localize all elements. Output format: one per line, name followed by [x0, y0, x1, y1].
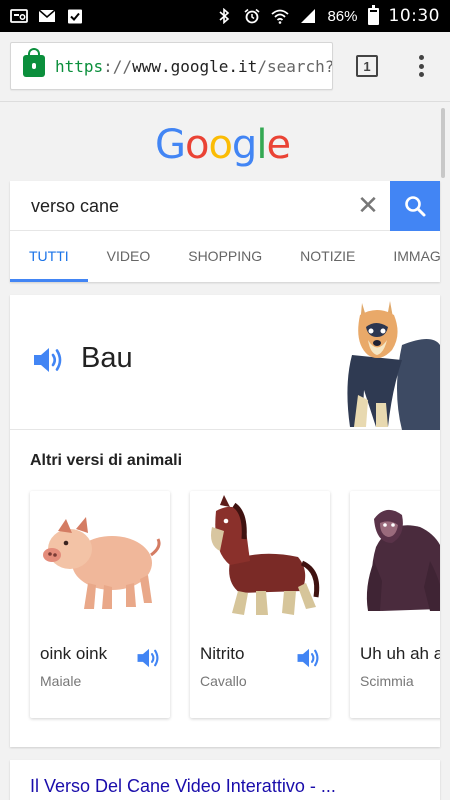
- tab-immagini[interactable]: IMMAGINI: [374, 231, 440, 282]
- url-text[interactable]: https://www.google.it/search?q=: [55, 56, 332, 76]
- dog-illustration: [347, 301, 440, 430]
- tab-tutti[interactable]: TUTTI: [10, 231, 88, 282]
- tab-notizie[interactable]: NOTIZIE: [281, 231, 374, 282]
- answer-header: Bau: [10, 295, 440, 430]
- battery-percent: 86%: [327, 7, 358, 25]
- status-bar: 86% 10:30: [0, 0, 450, 32]
- animal-card-horse[interactable]: Nitrito Cavallo: [190, 491, 330, 718]
- url-separator: ://: [103, 56, 133, 76]
- browser-toolbar: https://www.google.it/search?q= 1: [0, 32, 450, 102]
- tab-switcher-button[interactable]: 1: [356, 55, 378, 77]
- answer-word: Bau: [81, 342, 133, 374]
- search-box: ✕ TUTTI VIDEO SHOPPING NOTIZIE IMMAGINI: [10, 181, 440, 282]
- result-title-link[interactable]: Il Verso Del Cane Video Interattivo - ..…: [30, 776, 336, 797]
- clear-icon[interactable]: ✕: [355, 192, 381, 219]
- animal-sound: Uh uh ah ah: [360, 644, 440, 663]
- logo-letter: e: [266, 122, 291, 168]
- animal-name: Scimmia: [360, 673, 414, 689]
- wifi-icon: [271, 9, 290, 24]
- animal-name: Maiale: [40, 673, 82, 689]
- search-button[interactable]: [390, 181, 440, 231]
- search-row: ✕: [10, 181, 440, 231]
- speaker-icon[interactable]: [136, 646, 162, 670]
- signal-icon: [301, 9, 316, 23]
- url-scheme: https: [55, 56, 104, 76]
- url-host: www.google.it: [132, 56, 258, 76]
- logo-letter: o: [184, 122, 210, 168]
- clock: 10:30: [388, 6, 440, 26]
- page-content: Google ✕ TUTTI VIDEO SHOPPING NOTIZIE IM…: [0, 102, 450, 800]
- tab-shopping[interactable]: SHOPPING: [169, 231, 281, 282]
- animal-sound-card: Bau Altri versi di animali oink oink Mai…: [10, 295, 440, 747]
- search-result: Il Verso Del Cane Video Interattivo - ..…: [10, 760, 440, 800]
- horse-illustration: [211, 495, 320, 615]
- media-icon: [10, 9, 28, 23]
- clipboard-check-icon: [68, 9, 82, 24]
- pig-illustration: [43, 517, 161, 609]
- url-path: /search?q=: [257, 56, 332, 76]
- speaker-icon[interactable]: [296, 646, 322, 670]
- speaker-icon[interactable]: [32, 345, 66, 375]
- alarm-icon: [244, 8, 260, 24]
- google-logo[interactable]: Google: [0, 122, 445, 168]
- logo-letter: G: [154, 122, 186, 168]
- search-icon: [405, 196, 426, 217]
- logo-letter: l: [256, 122, 267, 168]
- tab-video[interactable]: VIDEO: [88, 231, 170, 282]
- address-bar[interactable]: https://www.google.it/search?q=: [10, 42, 333, 90]
- logo-letter: o: [208, 122, 233, 168]
- other-sounds-title: Altri versi di animali: [30, 452, 183, 469]
- animal-name: Cavallo: [200, 673, 247, 689]
- animal-card-pig[interactable]: oink oink Maiale: [30, 491, 170, 718]
- email-icon: [38, 9, 56, 22]
- animal-sound: Nitrito: [200, 644, 245, 663]
- animal-card-monkey[interactable]: Uh uh ah ah Scimmia: [350, 491, 440, 718]
- search-tabs: TUTTI VIDEO SHOPPING NOTIZIE IMMAGINI: [10, 231, 440, 282]
- gorilla-illustration: [366, 509, 440, 611]
- animal-sound: oink oink: [40, 644, 108, 663]
- search-input[interactable]: [31, 196, 331, 217]
- battery-icon: [367, 4, 379, 25]
- lock-icon: [23, 48, 45, 77]
- overflow-menu-icon[interactable]: [415, 53, 427, 79]
- logo-letter: g: [231, 122, 257, 168]
- bluetooth-icon: [219, 8, 230, 24]
